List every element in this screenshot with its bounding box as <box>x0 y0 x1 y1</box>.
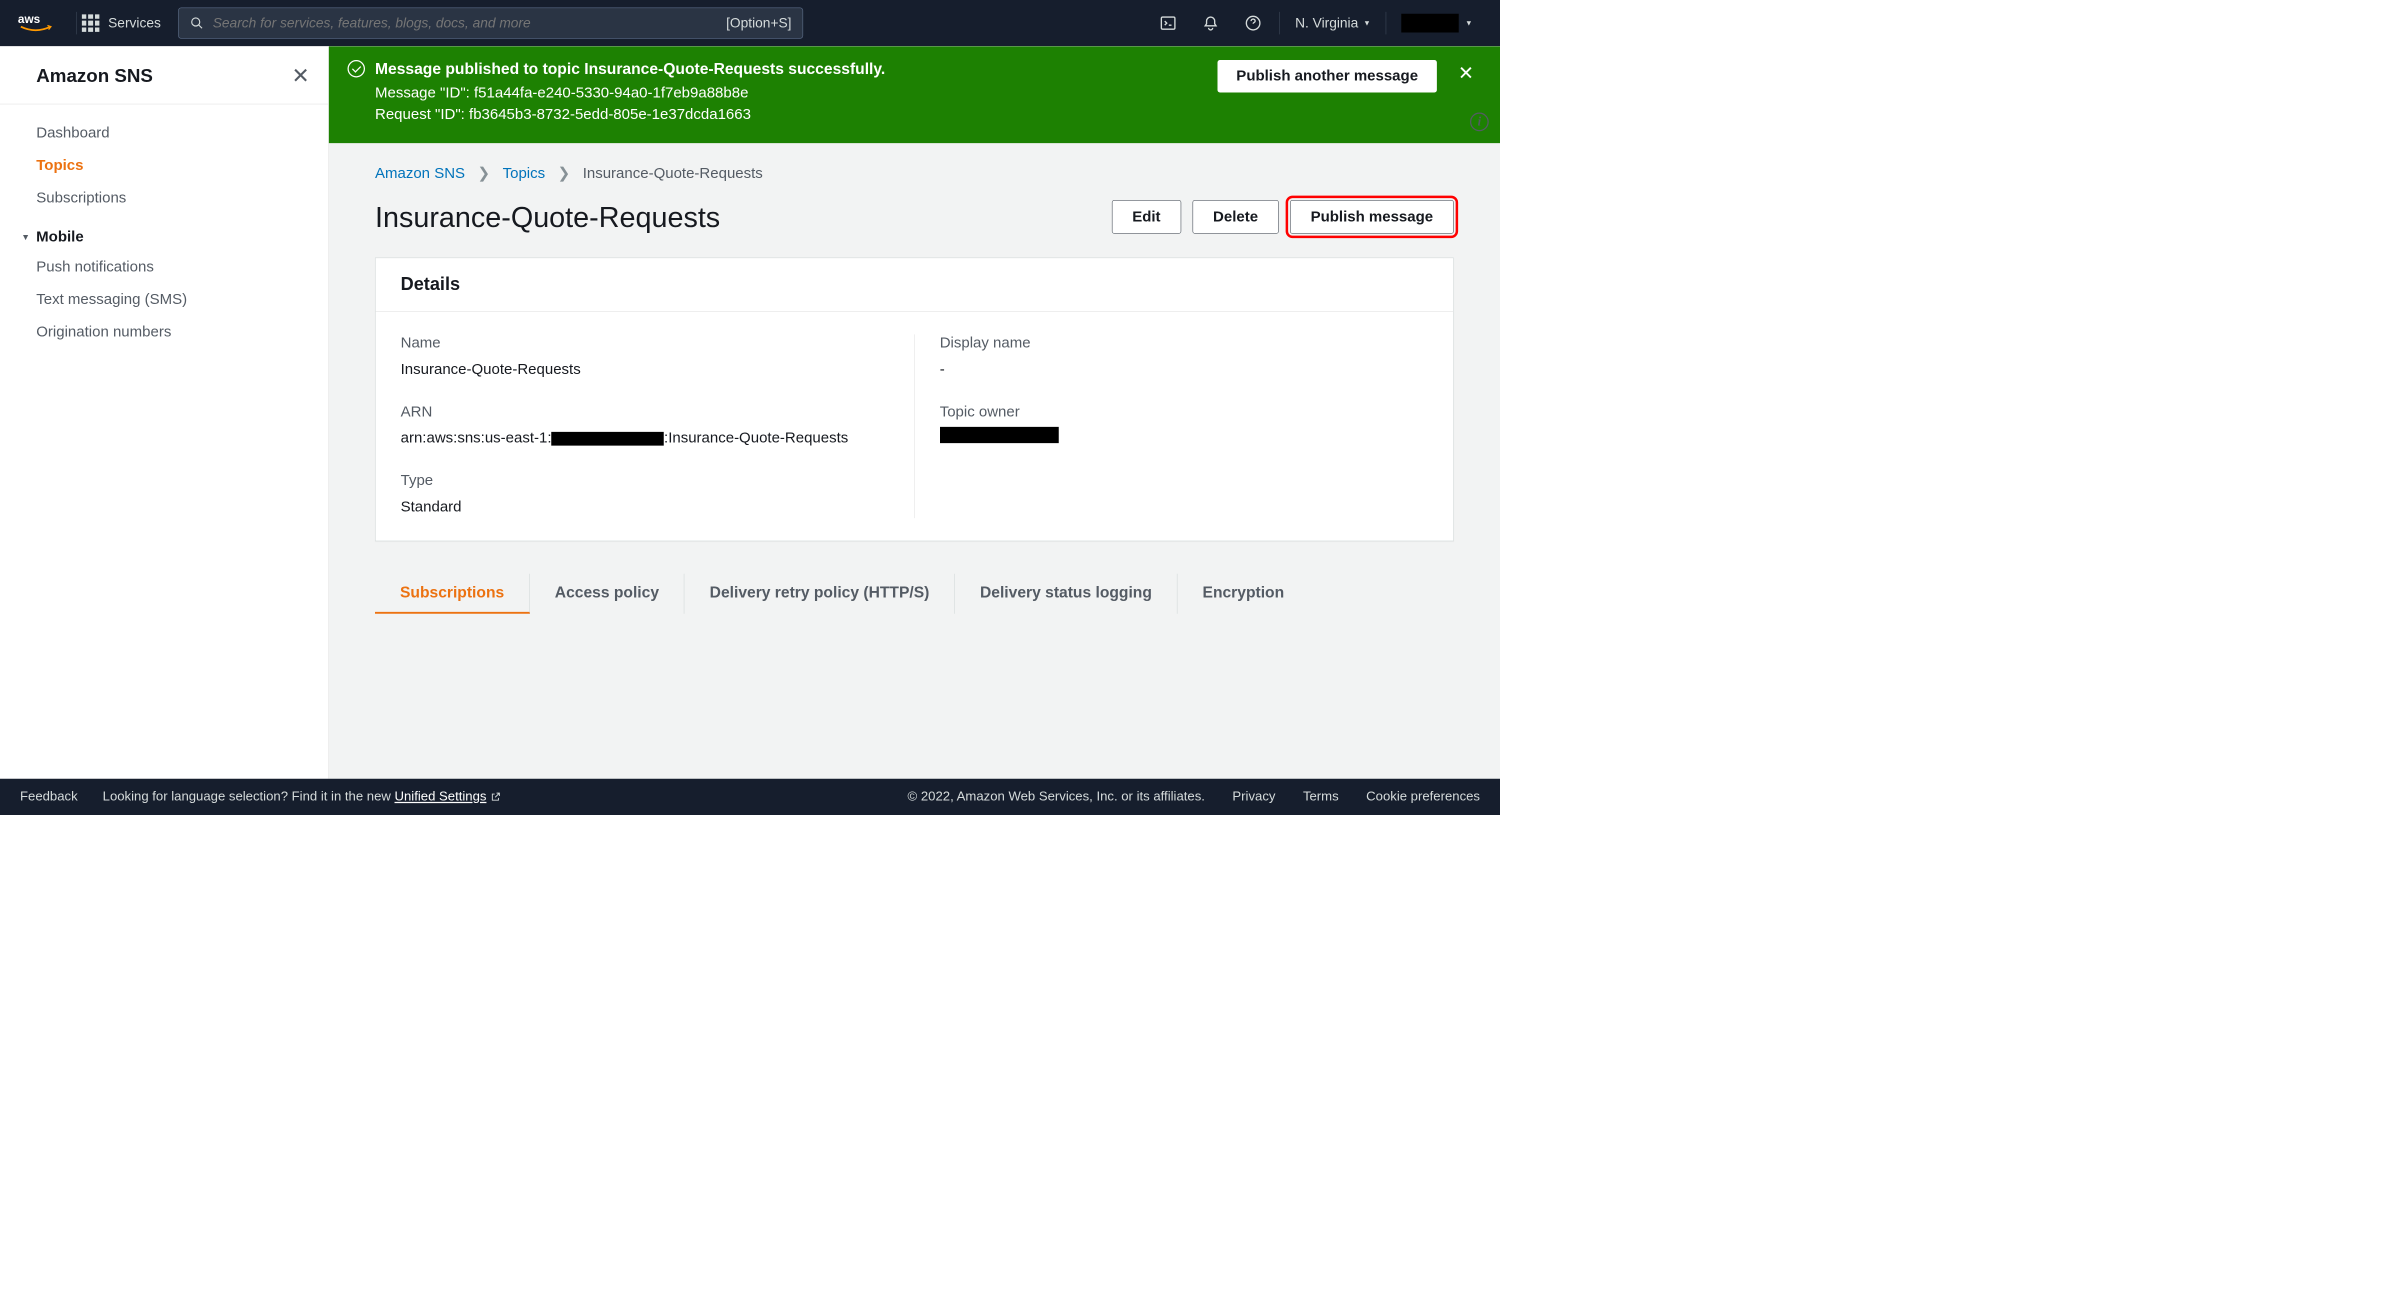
page-title: Insurance-Quote-Requests <box>375 200 720 234</box>
nav-mobile-section[interactable]: ▼Mobile <box>0 214 328 250</box>
breadcrumb-root[interactable]: Amazon SNS <box>375 165 465 183</box>
services-grid-icon[interactable] <box>82 14 100 32</box>
divider <box>1279 12 1280 35</box>
nav-subscriptions[interactable]: Subscriptions <box>0 182 328 215</box>
name-label: Name <box>401 334 889 352</box>
nav-dashboard[interactable]: Dashboard <box>0 117 328 150</box>
arn-value: arn:aws:sns:us-east-1::Insurance-Quote-R… <box>401 427 889 450</box>
chevron-right-icon: ❯ <box>558 164 571 182</box>
language-prompt: Looking for language selection? Find it … <box>103 789 502 804</box>
search-icon <box>190 16 204 30</box>
banner-request-id: Request "ID": fb3645b3-8732-5edd-805e-1e… <box>375 106 1218 124</box>
publish-message-button[interactable]: Publish message <box>1290 200 1454 234</box>
footer-privacy[interactable]: Privacy <box>1232 789 1275 804</box>
footer-terms[interactable]: Terms <box>1303 789 1339 804</box>
arn-account-redacted <box>552 432 665 446</box>
svg-text:aws: aws <box>18 13 41 27</box>
region-selector[interactable]: N. Virginia▼ <box>1295 15 1371 31</box>
display-name-label: Display name <box>940 334 1428 352</box>
success-banner: Message published to topic Insurance-Quo… <box>329 46 1500 143</box>
nav-text-messaging[interactable]: Text messaging (SMS) <box>0 283 328 316</box>
sidebar-close-icon[interactable]: ✕ <box>292 64 310 89</box>
banner-close-icon[interactable]: ✕ <box>1453 60 1479 87</box>
unified-settings-link[interactable]: Unified Settings <box>395 789 487 803</box>
tab-delivery-status[interactable]: Delivery status logging <box>955 574 1178 614</box>
type-label: Type <box>401 472 889 490</box>
arn-label: ARN <box>401 403 889 421</box>
footer-cookie[interactable]: Cookie preferences <box>1366 789 1480 804</box>
external-link-icon <box>490 789 501 804</box>
breadcrumb: Amazon SNS ❯ Topics ❯ Insurance-Quote-Re… <box>375 164 1454 182</box>
global-search[interactable]: [Option+S] <box>178 8 803 39</box>
divider <box>1386 12 1387 35</box>
edit-button[interactable]: Edit <box>1112 200 1182 234</box>
banner-message-id: Message "ID": f51a44fa-e240-5330-94a0-1f… <box>375 84 1218 102</box>
delete-button[interactable]: Delete <box>1192 200 1278 234</box>
topic-owner-label: Topic owner <box>940 403 1428 421</box>
account-menu[interactable]: ▼ <box>1401 14 1472 33</box>
breadcrumb-topics[interactable]: Topics <box>503 165 546 183</box>
search-input[interactable] <box>213 15 726 31</box>
name-value: Insurance-Quote-Requests <box>401 358 889 381</box>
chevron-right-icon: ❯ <box>478 164 491 182</box>
cloudshell-icon[interactable] <box>1159 14 1177 32</box>
sidebar: Amazon SNS ✕ Dashboard Topics Subscripti… <box>0 46 329 779</box>
nav-origination-numbers[interactable]: Origination numbers <box>0 316 328 349</box>
main-content: Message published to topic Insurance-Quo… <box>329 46 1500 779</box>
help-icon[interactable] <box>1244 14 1262 32</box>
banner-title: Message published to topic Insurance-Quo… <box>375 60 1218 78</box>
feedback-link[interactable]: Feedback <box>20 789 78 804</box>
footer: Feedback Looking for language selection?… <box>0 779 1500 815</box>
tab-access-policy[interactable]: Access policy <box>530 574 685 614</box>
notifications-icon[interactable] <box>1202 14 1220 32</box>
details-panel: Details Name Insurance-Quote-Requests AR… <box>375 258 1454 542</box>
display-name-value: - <box>940 358 1428 381</box>
publish-another-button[interactable]: Publish another message <box>1218 60 1437 93</box>
tabs: Subscriptions Access policy Delivery ret… <box>375 574 1454 614</box>
owner-redacted <box>940 427 1059 443</box>
account-redacted <box>1401 14 1459 33</box>
nav-topics[interactable]: Topics <box>0 149 328 182</box>
nav-push-notifications[interactable]: Push notifications <box>0 251 328 284</box>
info-icon[interactable]: i <box>1470 113 1489 132</box>
topic-owner-value <box>940 427 1428 443</box>
success-check-icon <box>348 60 366 78</box>
services-label[interactable]: Services <box>108 15 161 31</box>
tab-encryption[interactable]: Encryption <box>1178 574 1310 614</box>
tab-subscriptions[interactable]: Subscriptions <box>375 574 530 614</box>
details-panel-title: Details <box>401 274 1429 295</box>
sidebar-title: Amazon SNS <box>36 66 153 87</box>
tab-delivery-retry[interactable]: Delivery retry policy (HTTP/S) <box>685 574 955 614</box>
divider <box>76 12 77 35</box>
footer-copyright: © 2022, Amazon Web Services, Inc. or its… <box>908 789 1205 804</box>
breadcrumb-current: Insurance-Quote-Requests <box>583 165 763 183</box>
aws-logo[interactable]: aws <box>18 13 54 34</box>
top-nav: aws Services [Option+S] N. Virginia▼ ▼ <box>0 0 1500 46</box>
type-value: Standard <box>401 496 889 519</box>
search-shortcut: [Option+S] <box>726 15 791 31</box>
